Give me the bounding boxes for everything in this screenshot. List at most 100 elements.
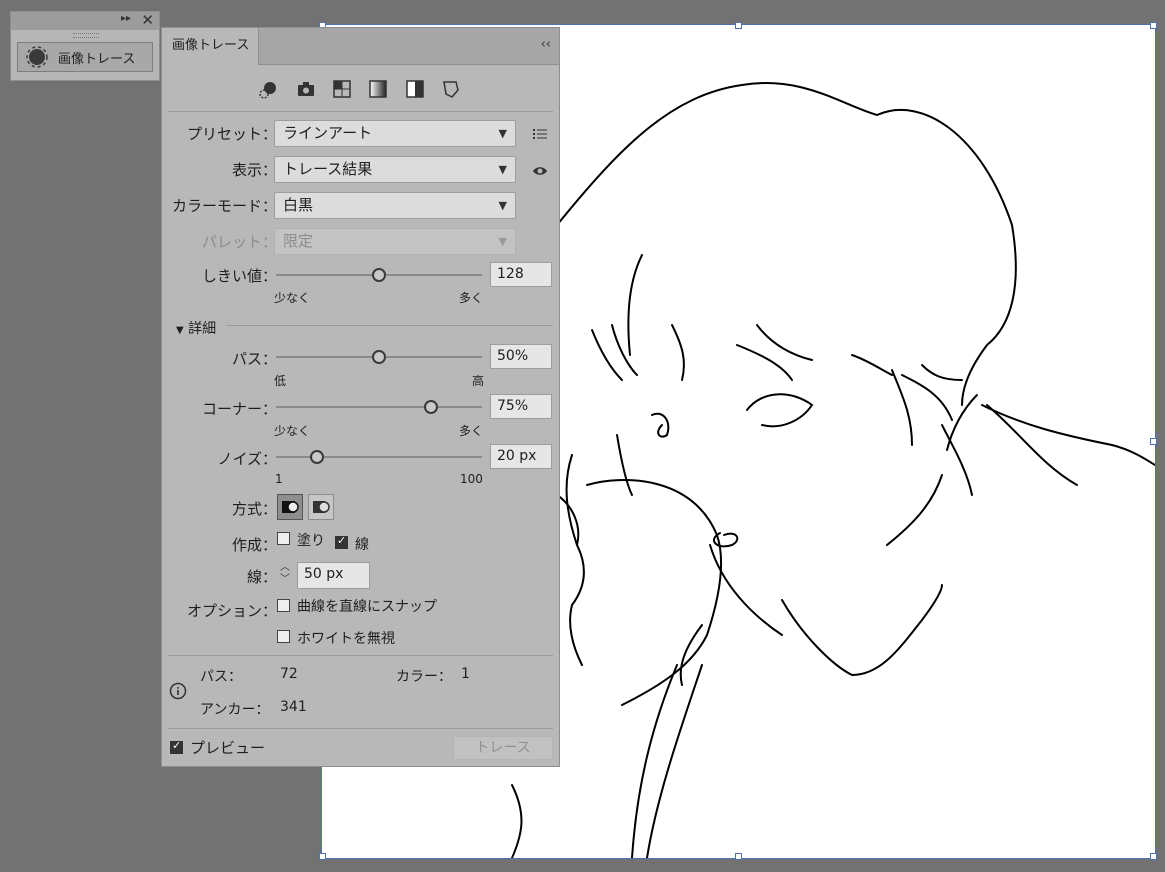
- view-select[interactable]: トレース結果 ▼: [274, 156, 516, 183]
- chevron-down-icon: ▼: [498, 127, 507, 140]
- divider: [168, 655, 553, 656]
- preset-label: プリセット: [186, 125, 262, 143]
- corners-label: コーナー: [201, 400, 262, 418]
- panel-header[interactable]: 画像トレース ‹‹: [162, 28, 559, 65]
- colon: ：: [262, 568, 278, 586]
- threshold-max-label: 多く: [459, 291, 484, 305]
- threshold-slider[interactable]: [276, 268, 482, 282]
- info-anchors-value: 341: [280, 699, 307, 715]
- corners-slider[interactable]: [276, 400, 482, 414]
- corners-slider-knob[interactable]: [423, 400, 438, 414]
- paths-slider[interactable]: [276, 350, 482, 364]
- abutting-icon: [282, 501, 299, 513]
- preset-list-icon[interactable]: [532, 126, 548, 142]
- divider: [168, 728, 553, 729]
- info-anchors-label: アンカー：: [200, 702, 270, 718]
- advanced-section-toggle[interactable]: ▼ 詳細: [176, 318, 216, 338]
- dock-header[interactable]: ▸▸ ✕: [11, 11, 159, 30]
- low-color-icon[interactable]: [331, 78, 353, 100]
- noise-slider-knob[interactable]: [310, 450, 325, 464]
- corners-max-label: 多く: [459, 424, 484, 438]
- drag-grip[interactable]: [73, 33, 99, 38]
- image-trace-dock-button[interactable]: 画像トレース: [17, 42, 153, 72]
- eye-icon[interactable]: [532, 163, 548, 179]
- palette-select: 限定 ▼: [274, 228, 516, 255]
- selection-handle[interactable]: [1150, 853, 1157, 860]
- selection-handle[interactable]: [1150, 438, 1157, 445]
- chevron-down-icon: ▼: [498, 235, 507, 248]
- noise-slider[interactable]: [276, 450, 482, 464]
- colon: ：: [262, 500, 278, 518]
- selection-handle[interactable]: [735, 22, 742, 29]
- color-mode-value: 白黒: [283, 196, 314, 214]
- corners-min-label: 少なく: [274, 424, 311, 438]
- fill-checkbox-label: 塗り: [297, 533, 325, 549]
- tab-image-trace[interactable]: 画像トレース: [162, 28, 259, 65]
- method-abutting-button[interactable]: [277, 494, 303, 520]
- camera-icon[interactable]: [295, 78, 317, 100]
- stroke-width-field[interactable]: 50 px: [297, 562, 370, 589]
- threshold-field[interactable]: 128: [490, 262, 552, 287]
- grayscale-icon[interactable]: [367, 78, 389, 100]
- stroke-stepper[interactable]: ︿ ﹀: [276, 562, 294, 589]
- noise-max-label: 100: [460, 472, 483, 486]
- threshold-slider-knob[interactable]: [372, 268, 386, 282]
- advanced-label: 詳細: [188, 321, 217, 337]
- auto-color-icon[interactable]: [258, 78, 280, 100]
- paths-label: パス: [231, 350, 262, 368]
- noise-label: ノイズ: [217, 450, 262, 468]
- chevron-down-icon: ▼: [498, 163, 507, 176]
- info-colors-value: 1: [461, 666, 470, 682]
- corners-field[interactable]: 75%: [490, 394, 552, 419]
- expand-dock-icon[interactable]: ▸▸: [121, 13, 131, 24]
- close-icon[interactable]: ✕: [141, 11, 154, 29]
- color-mode-label: カラーモード: [171, 197, 262, 215]
- outline-icon[interactable]: [440, 78, 462, 100]
- stroke-width-label: 線: [246, 568, 262, 586]
- stroke-checkbox[interactable]: [335, 534, 348, 549]
- paths-min-label: 低: [274, 374, 287, 388]
- info-paths-value: 72: [280, 666, 298, 682]
- palette-value: 限定: [283, 232, 314, 250]
- info-paths-label: パス：: [200, 669, 242, 685]
- paths-slider-knob[interactable]: [372, 350, 386, 364]
- chevron-down-icon[interactable]: ﹀: [276, 574, 294, 586]
- selection-handle[interactable]: [319, 853, 326, 860]
- preset-value: ラインアート: [283, 124, 373, 142]
- threshold-label: しきい値: [201, 267, 262, 285]
- paths-field[interactable]: 50%: [490, 344, 552, 369]
- preset-select[interactable]: ラインアート ▼: [274, 120, 516, 147]
- color-mode-select[interactable]: 白黒 ▼: [274, 192, 516, 219]
- ignore-white-checkbox[interactable]: [277, 630, 290, 643]
- preview-checkbox[interactable]: [170, 739, 183, 754]
- trace-button[interactable]: トレース: [453, 736, 553, 760]
- dock-button-label: 画像トレース: [58, 51, 136, 67]
- chevron-down-icon: ▼: [498, 199, 507, 212]
- colon: ：: [262, 400, 278, 418]
- preview-label: プレビュー: [190, 739, 266, 757]
- info-icon: [169, 682, 187, 700]
- snap-curves-label: 曲線を直線にスナップ: [297, 599, 437, 615]
- colon: ：: [262, 267, 278, 285]
- colon: ：: [262, 602, 278, 620]
- divider: [168, 111, 553, 112]
- create-label: 作成: [231, 536, 262, 554]
- colon: ：: [262, 536, 278, 554]
- chevron-up-icon[interactable]: ︿: [276, 562, 294, 574]
- fill-checkbox[interactable]: [277, 532, 290, 545]
- snap-curves-checkbox[interactable]: [277, 599, 290, 612]
- selection-handle[interactable]: [735, 853, 742, 860]
- divider: [226, 325, 553, 326]
- colon: ：: [262, 450, 278, 468]
- view-value: トレース結果: [283, 160, 373, 178]
- palette-label: パレット: [201, 233, 262, 251]
- selection-handle[interactable]: [1150, 22, 1157, 29]
- image-trace-panel: 画像トレース ‹‹ プリセット ： ラインアート ▼ 表示 ： トレース結果 ▼…: [161, 27, 560, 767]
- method-overlapping-button[interactable]: [308, 494, 334, 520]
- noise-field[interactable]: 20 px: [490, 444, 552, 469]
- paths-max-label: 高: [472, 374, 485, 388]
- collapse-panel-icon[interactable]: ‹‹: [541, 37, 551, 52]
- black-white-icon[interactable]: [404, 78, 426, 100]
- triangle-down-icon: ▼: [176, 325, 184, 336]
- ignore-white-label: ホワイトを無視: [297, 631, 395, 647]
